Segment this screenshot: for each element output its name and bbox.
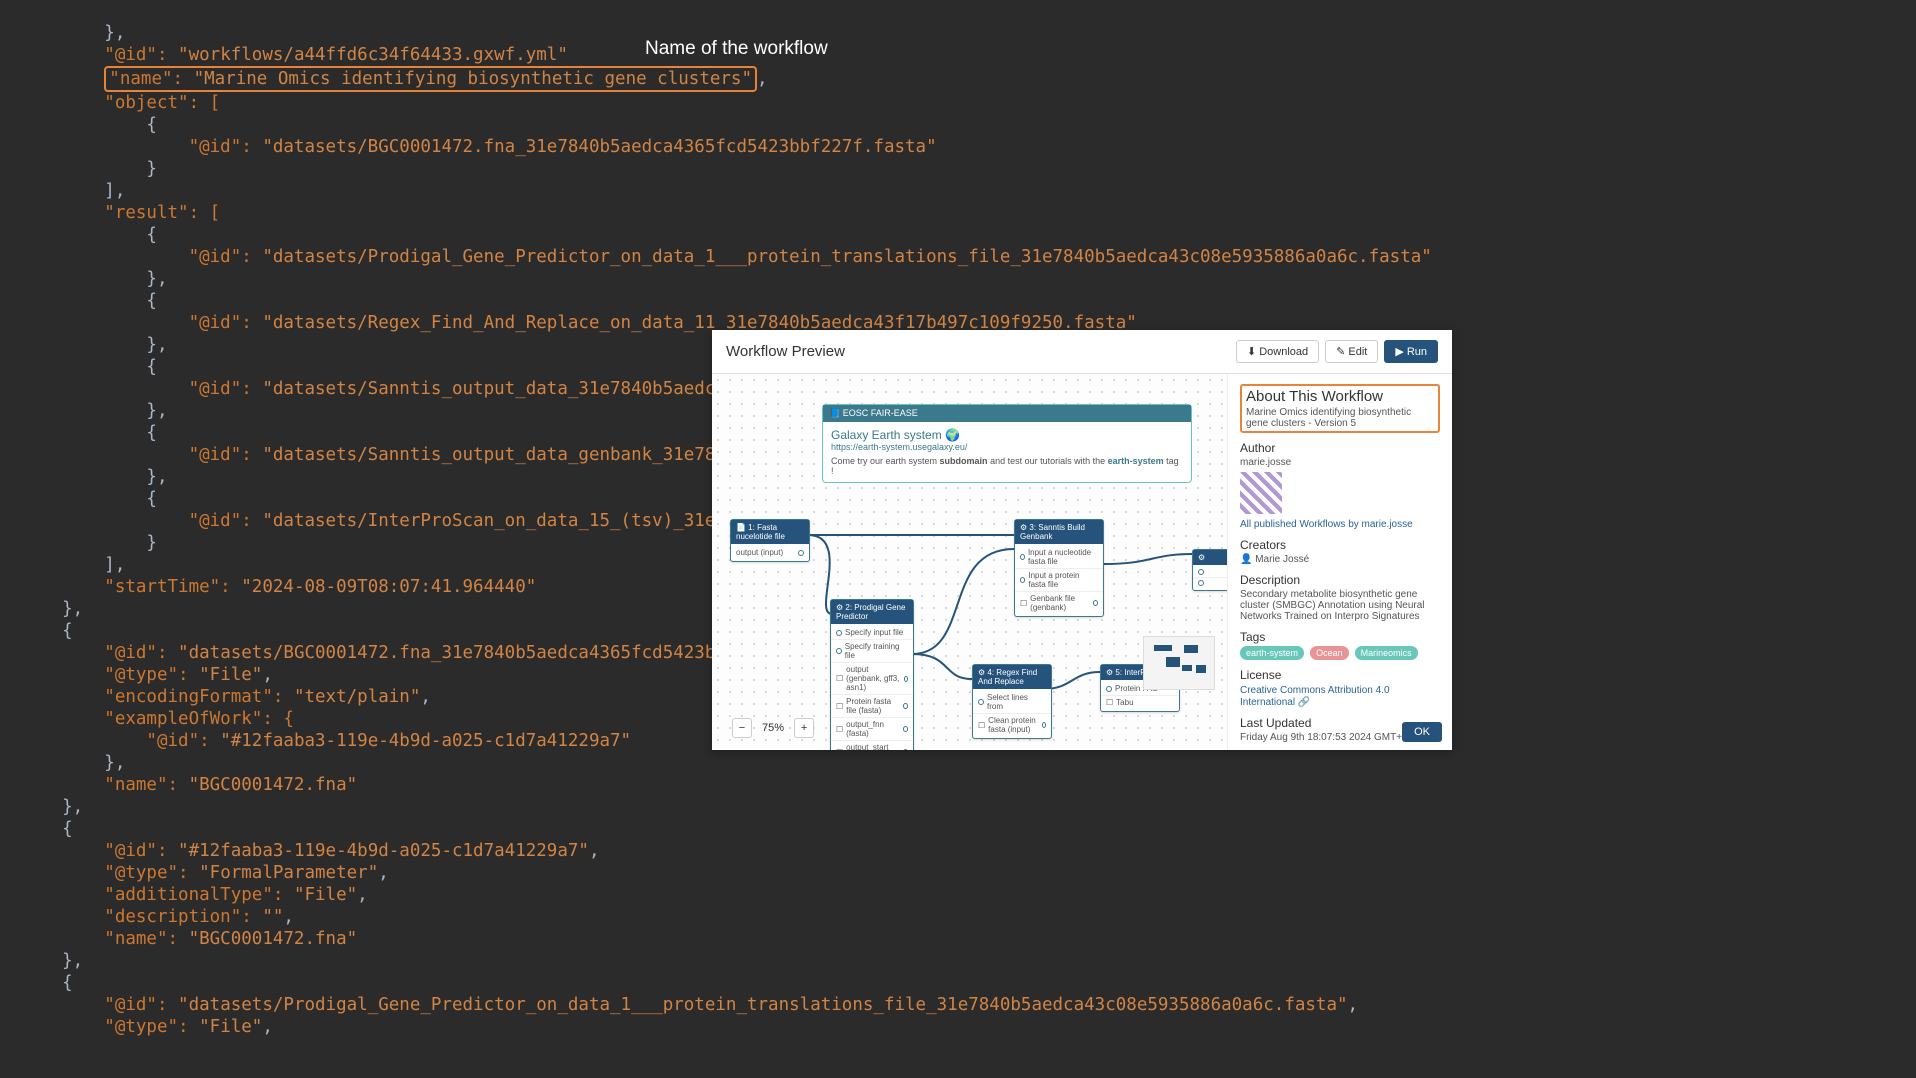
- info-banner: 📘 EOSC FAIR-EASE Galaxy Earth system 🌍 h…: [822, 404, 1192, 483]
- workflow-node-2[interactable]: ⚙ 2: Prodigal Gene Predictor Specify inp…: [830, 599, 914, 750]
- desc-label: Description: [1240, 573, 1440, 587]
- about-subtitle: Marine Omics identifying biosynthetic ge…: [1246, 407, 1434, 429]
- workflow-node-3[interactable]: ⚙ 3: Sanntis Build Genbank Input a nucle…: [1014, 519, 1104, 617]
- run-button[interactable]: ▶Run: [1384, 340, 1438, 363]
- pencil-icon: ✎: [1336, 345, 1345, 358]
- tag-ocean[interactable]: Ocean: [1310, 646, 1349, 660]
- creator-value: 👤 Marie Jossé: [1240, 554, 1440, 565]
- tag-earth-system[interactable]: earth-system: [1240, 646, 1304, 660]
- tags-row: earth-system Ocean Marineomics: [1240, 646, 1440, 660]
- play-icon: ▶: [1395, 345, 1403, 358]
- tag-marineomics[interactable]: Marineomics: [1355, 646, 1418, 660]
- preview-title: Workflow Preview: [726, 343, 845, 360]
- banner-title: Galaxy Earth system 🌍: [831, 428, 1183, 442]
- workflow-node-partial[interactable]: ⚙: [1192, 549, 1227, 591]
- zoom-level: 75%: [762, 722, 784, 734]
- about-title: About This Workflow: [1246, 388, 1434, 405]
- workflow-node-1[interactable]: 📄 1: Fasta nucelotide file output (input…: [730, 519, 810, 562]
- workflow-node-4[interactable]: ⚙ 4: Regex Find And Replace Select lines…: [972, 664, 1052, 739]
- workflow-preview-panel: Workflow Preview ⬇Download ✎Edit ▶Run 📘 …: [712, 330, 1452, 750]
- ok-button[interactable]: OK: [1402, 722, 1442, 742]
- license-link[interactable]: Creative Commons Attribution 4.0 Interna…: [1240, 685, 1390, 708]
- banner-text: Come try our earth system subdomain and …: [831, 456, 1183, 476]
- annotation-label: Name of the workflow: [645, 38, 828, 60]
- zoom-out-button[interactable]: −: [732, 718, 752, 738]
- zoom-in-button[interactable]: +: [794, 718, 814, 738]
- author-label: Author: [1240, 441, 1440, 455]
- creators-label: Creators: [1240, 538, 1440, 552]
- about-highlight: About This Workflow Marine Omics identif…: [1240, 384, 1440, 433]
- desc-value: Secondary metabolite biosynthetic gene c…: [1240, 589, 1440, 622]
- minimap[interactable]: [1143, 636, 1215, 690]
- preview-toolbar: ⬇Download ✎Edit ▶Run: [1236, 340, 1438, 363]
- tags-label: Tags: [1240, 630, 1440, 644]
- license-label: License: [1240, 668, 1440, 682]
- author-value: marie.josse: [1240, 457, 1440, 468]
- workflow-canvas[interactable]: 📘 EOSC FAIR-EASE Galaxy Earth system 🌍 h…: [712, 374, 1227, 750]
- download-button[interactable]: ⬇Download: [1236, 340, 1319, 363]
- banner-head: 📘 EOSC FAIR-EASE: [823, 405, 1191, 422]
- name-highlight: "name": "Marine Omics identifying biosyn…: [104, 66, 757, 92]
- all-workflows-link[interactable]: All published Workflows by marie.josse: [1240, 519, 1413, 530]
- preview-header: Workflow Preview ⬇Download ✎Edit ▶Run: [712, 330, 1452, 374]
- banner-url[interactable]: https://earth-system.usegalaxy.eu/: [831, 442, 967, 452]
- edit-button[interactable]: ✎Edit: [1325, 340, 1378, 363]
- download-icon: ⬇: [1247, 345, 1256, 358]
- avatar: [1240, 472, 1282, 514]
- about-sidebar: About This Workflow Marine Omics identif…: [1227, 374, 1452, 750]
- zoom-controls: − 75% +: [732, 718, 814, 738]
